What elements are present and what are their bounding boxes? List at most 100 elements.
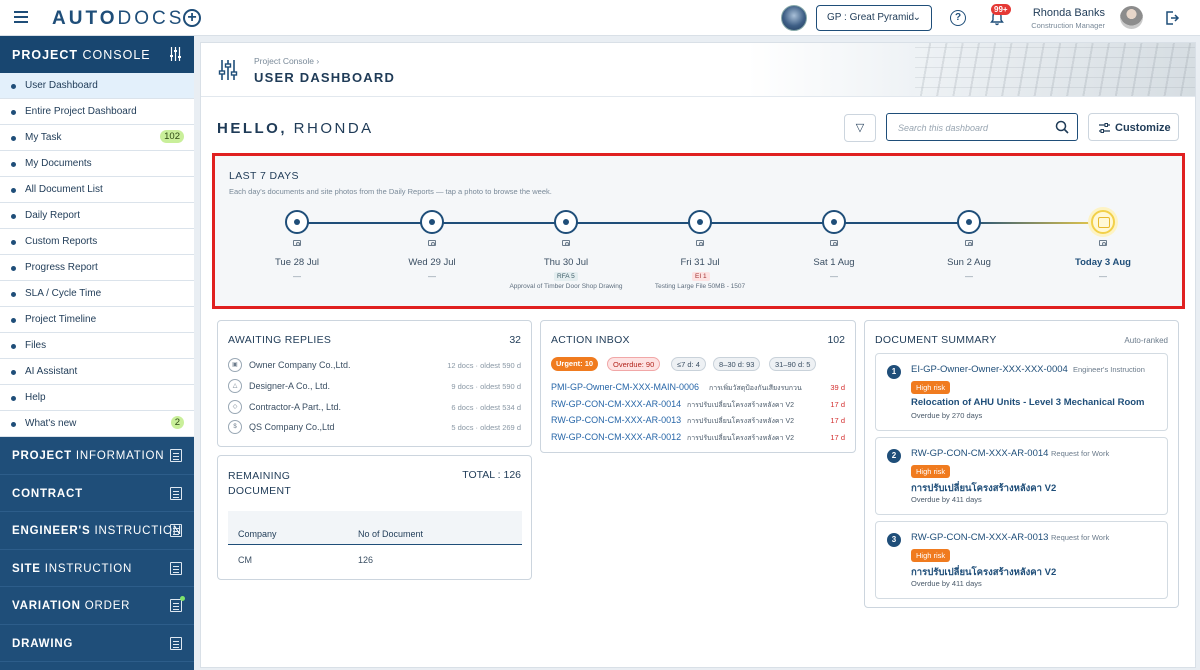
day-node-sat-1[interactable] (822, 210, 846, 234)
day-node-wed-29[interactable] (420, 210, 444, 234)
search-icon[interactable] (1055, 120, 1069, 134)
customize-button[interactable]: Customize (1088, 113, 1179, 141)
list-item[interactable]: RW-GP-CON-CM-XXX-AR-0013 การปรับเปลี่ยนโค… (551, 415, 845, 429)
doc-age: 17 d (830, 400, 845, 409)
day-doc-tag[interactable]: EI 1 (692, 272, 710, 281)
sidebar-item-project-timeline[interactable]: Project Timeline (0, 307, 194, 333)
summary-item[interactable]: 1 EI-GP-Owner-Owner-XXX-XXX-0004 Enginee… (875, 353, 1168, 431)
summary-item[interactable]: 3 RW-GP-CON-CM-XXX-AR-0013 Request for W… (875, 521, 1168, 599)
document-icon (170, 561, 182, 575)
company-meta: 5 docs · oldest 269 d (451, 423, 521, 432)
day-doc-tag[interactable]: RFA 5 (554, 272, 578, 281)
filter-button[interactable]: ▽ (844, 114, 876, 142)
filter-icon: ▽ (855, 122, 865, 134)
day-node-tue-28[interactable] (285, 210, 309, 234)
sliders-icon[interactable] (169, 47, 182, 61)
list-item[interactable]: RW-GP-CON-CM-XXX-AR-0012 การปรับเปลี่ยนโค… (551, 432, 845, 446)
chip-urgent[interactable]: Urgent: 10 (551, 357, 599, 371)
user-role: Construction Manager (1031, 21, 1105, 30)
list-item[interactable]: PMI-GP-Owner-CM-XXX-MAIN-0006 การเพิ่มวัส… (551, 382, 845, 396)
doc-code[interactable]: PMI-GP-Owner-CM-XXX-MAIN-0006 (551, 382, 699, 392)
add-icon[interactable]: + (183, 9, 201, 27)
sidebar-item-sla-cycle-time[interactable]: SLA / Cycle Time (0, 281, 194, 307)
rank-number: 2 (887, 449, 901, 463)
doc-code[interactable]: RW-GP-CON-CM-XXX-AR-0012 (551, 432, 681, 442)
list-item[interactable]: RW-GP-CON-CM-XXX-AR-0014 การปรับเปลี่ยนโค… (551, 399, 845, 413)
sidebar-item-label: My Task (25, 132, 62, 143)
section-site-instruction[interactable]: SITE INSTRUCTION (0, 550, 194, 587)
avatar[interactable] (1120, 6, 1143, 29)
day-doc-note[interactable]: Testing Large File 50MB - 1507 (620, 283, 780, 290)
app-logo[interactable]: AUTODOCS (52, 8, 184, 30)
day-node-sun-2[interactable] (957, 210, 981, 234)
doc-age: 17 d (830, 433, 845, 442)
camera-icon[interactable] (830, 240, 838, 246)
doc-title[interactable]: การปรับเปลี่ยนโครงสร้างหลังคา V2 (911, 565, 1056, 580)
sidebar-item-ai-assistant[interactable]: AI Assistant (0, 359, 194, 385)
section-project-information[interactable]: PROJECT INFORMATION (0, 437, 194, 475)
sidebar-item-files[interactable]: Files (0, 333, 194, 359)
camera-icon[interactable] (562, 240, 570, 246)
day-node-fri-31[interactable] (688, 210, 712, 234)
sidebar-item-label: SLA / Cycle Time (25, 288, 102, 299)
help-icon[interactable]: ? (950, 10, 966, 26)
rank-number: 1 (887, 365, 901, 379)
doc-title[interactable]: Relocation of AHU Units - Level 3 Mechan… (911, 397, 1145, 408)
doc-code[interactable]: RW-GP-CON-CM-XXX-AR-0013 (551, 415, 681, 425)
task-count-badge: 102 (160, 130, 184, 143)
day-node-today[interactable] (1091, 210, 1115, 234)
camera-icon[interactable] (696, 240, 704, 246)
summary-item[interactable]: 2 RW-GP-CON-CM-XXX-AR-0014 Request for W… (875, 437, 1168, 515)
doc-type: Request for Work (1051, 533, 1110, 542)
section-label-light: INSTRUCTION (90, 525, 182, 537)
chip-7-days[interactable]: ≤7 d: 4 (671, 357, 706, 371)
sidebar-item-user-dashboard[interactable]: User Dashboard (0, 73, 194, 99)
sidebar-item-label: User Dashboard (25, 80, 98, 91)
chip-8-30-days[interactable]: 8–30 d: 93 (713, 357, 761, 371)
section-contract[interactable]: CONTRACT (0, 475, 194, 512)
list-item[interactable]: $ QS Company Co.,Ltd 5 docs · oldest 269 d (228, 420, 521, 436)
user-name[interactable]: Rhonda Banks (1030, 7, 1105, 19)
list-item[interactable]: △ Designer-A Co., Ltd. 9 docs · oldest 590… (228, 379, 521, 395)
search-input[interactable]: Search this dashboard (886, 113, 1078, 141)
camera-icon[interactable] (1099, 240, 1107, 246)
company-icon: ▣ (228, 358, 242, 372)
section-variation-order[interactable]: VARIATION ORDER (0, 587, 194, 625)
camera-icon[interactable] (293, 240, 301, 246)
sidebar-item-help[interactable]: Help (0, 385, 194, 411)
chip-31-90-days[interactable]: 31–90 d: 5 (769, 357, 817, 371)
header-background-image (915, 43, 1195, 96)
camera-icon[interactable] (428, 240, 436, 246)
company-meta: 12 docs · oldest 590 d (447, 361, 521, 370)
breadcrumb[interactable]: Project Console › (254, 56, 319, 66)
day-node-thu-30[interactable] (554, 210, 578, 234)
camera-icon[interactable] (965, 240, 973, 246)
column-header-company: Company (238, 529, 277, 539)
doc-code[interactable]: RW-GP-CON-CM-XXX-AR-0013 (911, 532, 1048, 543)
sidebar-item-entire-project-dashboard[interactable]: Entire Project Dashboard (0, 99, 194, 125)
doc-code[interactable]: RW-GP-CON-CM-XXX-AR-0014 (911, 448, 1048, 459)
sidebar-item-custom-reports[interactable]: Custom Reports (0, 229, 194, 255)
doc-title[interactable]: การปรับเปลี่ยนโครงสร้างหลังคา V2 (911, 481, 1056, 496)
table-row[interactable]: CM 126 (228, 545, 522, 575)
sidebar-item-my-task[interactable]: My Task 102 (0, 125, 194, 151)
customize-icon (1099, 123, 1110, 133)
project-select[interactable]: GP : Great Pyramid ⌄ (816, 5, 932, 31)
logout-icon[interactable] (1164, 10, 1180, 26)
sidebar-item-whats-new[interactable]: What's new 2 (0, 411, 194, 437)
section-drawing[interactable]: DRAWING (0, 625, 194, 662)
sidebar-item-daily-report[interactable]: Daily Report (0, 203, 194, 229)
day-empty: — (293, 272, 301, 281)
section-engineers-instruction[interactable]: ENGINEER'S INSTRUCTION (0, 512, 194, 550)
list-item[interactable]: ▣ Owner Company Co.,Ltd. 12 docs · oldest … (228, 358, 521, 374)
sidebar-header[interactable]: PROJECT CONSOLE (0, 36, 194, 73)
chip-overdue[interactable]: Overdue: 90 (607, 357, 661, 371)
menu-icon[interactable] (14, 11, 28, 23)
doc-code[interactable]: RW-GP-CON-CM-XXX-AR-0014 (551, 399, 681, 409)
sidebar-item-progress-report[interactable]: Progress Report (0, 255, 194, 281)
day-label: Sat 1 Aug (813, 257, 855, 268)
sidebar-item-my-documents[interactable]: My Documents (0, 151, 194, 177)
sidebar-item-all-document-list[interactable]: All Document List (0, 177, 194, 203)
doc-code[interactable]: EI-GP-Owner-Owner-XXX-XXX-0004 (911, 364, 1068, 375)
list-item[interactable]: ◇ Contractor-A Part., Ltd. 6 docs · oldest… (228, 400, 521, 416)
